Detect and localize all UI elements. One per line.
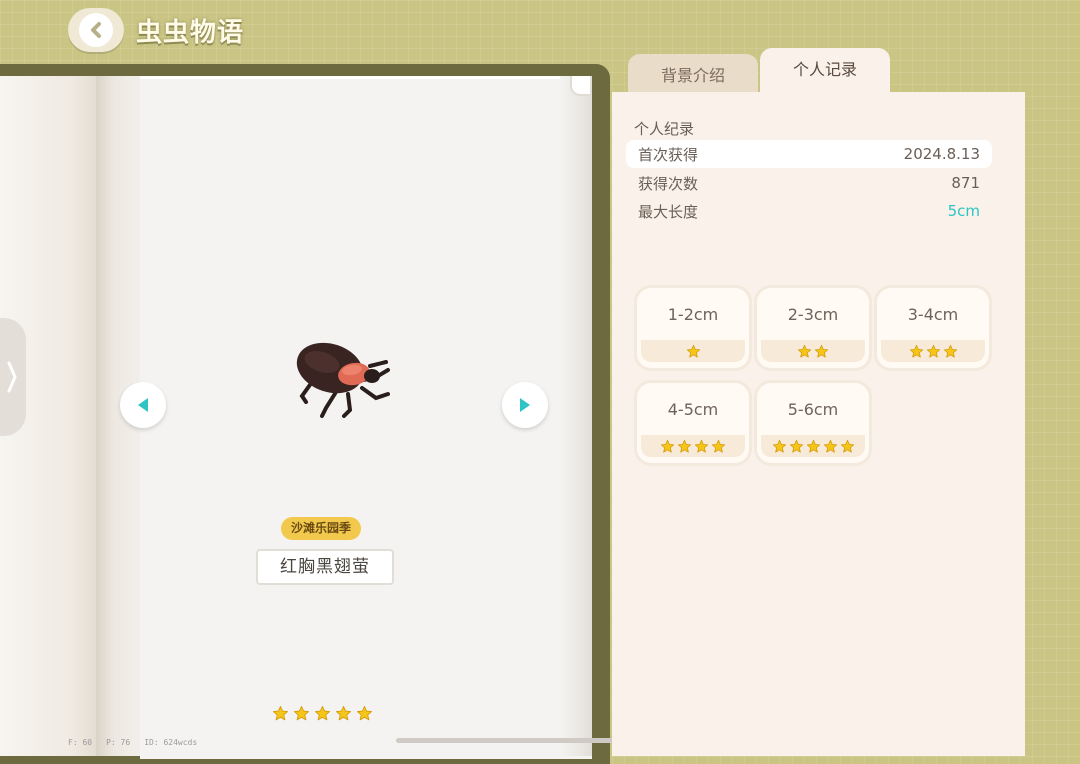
record-value: 871 (951, 174, 980, 192)
bug-name-plate: 红胸黑翅萤 (256, 549, 394, 585)
star-icon (806, 439, 820, 452)
record-label: 最大长度 (638, 202, 699, 221)
size-grade-card: 1-2cm (637, 288, 749, 368)
size-range-label: 4-5cm (667, 400, 719, 419)
star-icon (677, 439, 692, 452)
star-icon (797, 344, 812, 357)
season-badge: 沙滩乐园季 (281, 517, 362, 540)
star-icon (335, 705, 352, 721)
record-label: 获得次数 (638, 174, 699, 193)
star-icon (909, 344, 923, 357)
record-row-obtain-count: 获得次数 871 (626, 169, 992, 197)
star-icon (814, 344, 829, 357)
star-icon (789, 439, 803, 452)
size-grade-card: 2-3cm (757, 288, 869, 368)
grade-stars (641, 340, 745, 362)
grade-stars (761, 435, 865, 457)
size-grade-card: 4-5cm (637, 383, 749, 463)
side-drawer-handle[interactable] (0, 318, 26, 436)
star-icon (660, 439, 675, 452)
debug-stats: F: 60 P: 76 ID: 624wcds (68, 738, 197, 747)
previous-bug-button[interactable] (120, 382, 166, 428)
page-edge (560, 76, 592, 756)
page-corner-curl (570, 76, 590, 96)
star-icon (293, 705, 310, 721)
grade-stars (881, 340, 985, 362)
page-title: 虫虫物语 (136, 18, 245, 48)
firefly-beetle-image (296, 342, 390, 418)
next-bug-button[interactable] (502, 382, 548, 428)
tab-background-intro[interactable]: 背景介绍 (628, 54, 758, 96)
rarity-stars (272, 705, 373, 722)
record-label: 首次获得 (638, 145, 699, 164)
record-row-first-obtained: 首次获得 2024.8.13 (626, 140, 992, 168)
star-icon (943, 344, 957, 357)
size-range-label: 3-4cm (907, 305, 959, 324)
size-range-label: 1-2cm (667, 305, 719, 324)
star-icon (926, 344, 940, 357)
star-icon (840, 439, 854, 452)
size-grade-card: 3-4cm (877, 288, 989, 368)
record-row-max-length: 最大长度 5cm (626, 197, 992, 225)
back-button[interactable] (68, 8, 124, 52)
size-grade-card: 5-6cm (757, 383, 869, 463)
star-icon (314, 705, 331, 721)
back-button-circle (79, 13, 113, 47)
size-range-label: 5-6cm (787, 400, 839, 419)
star-icon (694, 439, 709, 452)
star-icon (772, 439, 786, 452)
size-range-label: 2-3cm (787, 305, 839, 324)
record-value: 5cm (947, 202, 980, 220)
chevron-right-icon (7, 361, 17, 393)
player-id-text: ID: 624wcds (144, 738, 198, 747)
chevron-left-icon (91, 22, 101, 38)
star-icon (823, 439, 837, 452)
ping-text: P: 76 (106, 738, 131, 747)
grade-stars (641, 435, 745, 457)
tab-personal-record[interactable]: 个人记录 (760, 48, 890, 94)
star-icon (686, 344, 700, 357)
star-icon (356, 705, 373, 721)
grade-stars (761, 340, 865, 362)
triangle-left-icon (138, 398, 148, 412)
fps-text: F: 60 (68, 738, 93, 747)
record-panel: 个人纪录 首次获得 2024.8.13 获得次数 871 最大长度 5cm 1-… (612, 92, 1025, 756)
record-value: 2024.8.13 (903, 145, 980, 163)
star-icon (711, 439, 726, 452)
star-icon (272, 705, 289, 721)
triangle-right-icon (520, 398, 530, 412)
section-title: 个人纪录 (634, 120, 695, 138)
